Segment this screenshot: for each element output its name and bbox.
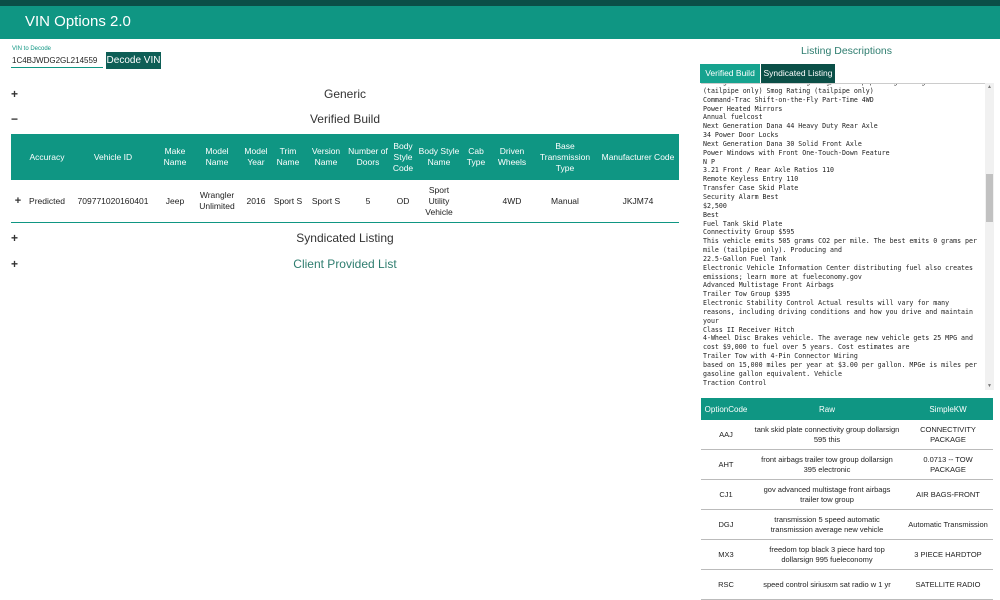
table-cell: 709771020160401: [69, 180, 157, 223]
table-row: RSC speed control siriusxm sat radio w 1…: [701, 569, 993, 600]
option-raw: gov advanced multistage front airbags tr…: [751, 479, 903, 510]
section-generic[interactable]: + Generic: [11, 87, 679, 103]
option-simplekw: AIR BAGS-FRONT: [903, 479, 993, 510]
table-row: DGJ transmission 5 speed automatic trans…: [701, 509, 993, 540]
column-header-spacer: [11, 134, 25, 180]
description-scrollbar[interactable]: ▲ ▼: [985, 83, 994, 390]
option-simplekw: 0.0713 -- TOW PACKAGE: [903, 449, 993, 480]
decode-vin-button[interactable]: Decode VIN: [106, 52, 161, 69]
table-cell: 5: [347, 180, 389, 223]
table-row: + Predicted 709771020160401 Jeep Wrangle…: [11, 180, 679, 223]
table-cell: Wrangler Unlimited: [193, 180, 241, 223]
section-verified-build[interactable]: − Verified Build: [11, 112, 679, 128]
option-code: AHT: [701, 449, 751, 480]
column-header: Model Year: [241, 134, 271, 180]
table-row: AHT front airbags trailer tow group doll…: [701, 449, 993, 480]
table-cell: Manual: [533, 180, 597, 223]
option-raw: transmission 5 speed automatic transmiss…: [751, 509, 903, 540]
option-codes-table: OptionCode Raw SimpleKW AAJ tank skid pl…: [701, 398, 993, 600]
option-simplekw: CONNECTIVITY PACKAGE: [903, 420, 993, 450]
section-title: Syndicated Listing: [296, 231, 394, 245]
section-syndicated-listing[interactable]: + Syndicated Listing: [11, 231, 679, 247]
table-cell: JKJM74: [597, 180, 679, 223]
vin-label: VIN to Decode: [12, 46, 52, 52]
tab-verified-build[interactable]: Verified Build: [700, 64, 760, 83]
description-textarea[interactable]: mileage than the EPA rating. 0 g/mi Tail…: [701, 83, 985, 391]
column-header: Trim Name: [271, 134, 305, 180]
section-title: Generic: [323, 87, 367, 101]
option-raw: freedom top black 3 piece hard top dolla…: [751, 539, 903, 570]
section-title: Verified Build: [309, 112, 381, 126]
column-header: Driven Wheels: [491, 134, 533, 180]
scroll-up-icon[interactable]: ▲: [986, 84, 993, 90]
option-raw: front airbags trailer tow group dollarsi…: [751, 449, 903, 480]
table-cell: 2016: [241, 180, 271, 223]
description-text: mileage than the EPA rating. 0 g/mi Tail…: [703, 84, 977, 387]
table-cell: Jeep: [157, 180, 193, 223]
expand-row-icon[interactable]: +: [11, 180, 25, 223]
table-cell: [461, 180, 491, 223]
table-cell: Sport Utility Vehicle: [417, 180, 461, 223]
app-header: VIN Options 2.0: [0, 6, 1000, 39]
option-simplekw: Automatic Transmission: [903, 509, 993, 540]
table-row: AAJ tank skid plate connectivity group d…: [701, 420, 993, 450]
table-cell: Sport S: [305, 180, 347, 223]
option-raw: speed control siriusxm sat radio w 1 yr: [751, 569, 903, 600]
section-client-provided-list[interactable]: + Client Provided List: [11, 257, 679, 273]
table-cell: Sport S: [271, 180, 305, 223]
table-row: CJ1 gov advanced multistage front airbag…: [701, 479, 993, 510]
option-code: RSC: [701, 569, 751, 600]
tab-syndicated-listing[interactable]: Syndicated Listing: [761, 64, 835, 83]
column-header: Base Transmission Type: [533, 134, 597, 180]
column-header: Accuracy: [25, 134, 69, 180]
table-header-row: Accuracy Vehicle ID Make Name Model Name…: [11, 134, 679, 180]
table-cell: OD: [389, 180, 417, 223]
section-title: Client Provided List: [293, 257, 397, 271]
column-header: Make Name: [157, 134, 193, 180]
table-row: MX3 freedom top black 3 piece hard top d…: [701, 539, 993, 570]
option-code: MX3: [701, 539, 751, 570]
column-header: Manufacturer Code: [597, 134, 679, 180]
vin-input[interactable]: [11, 53, 103, 68]
option-simplekw: SATELLITE RADIO: [903, 569, 993, 600]
table-cell: 4WD: [491, 180, 533, 223]
column-header: Body Style Name: [417, 134, 461, 180]
option-code: CJ1: [701, 479, 751, 510]
app-title: VIN Options 2.0: [25, 13, 131, 30]
option-code: DGJ: [701, 509, 751, 540]
scroll-down-icon[interactable]: ▼: [986, 383, 993, 389]
option-simplekw: 3 PIECE HARDTOP: [903, 539, 993, 570]
column-header: Vehicle ID: [69, 134, 157, 180]
option-raw: tank skid plate connectivity group dolla…: [751, 420, 903, 450]
option-code: AAJ: [701, 420, 751, 450]
column-header: Model Name: [193, 134, 241, 180]
table-header-row: OptionCode Raw SimpleKW: [701, 398, 993, 420]
scrollbar-thumb[interactable]: [986, 174, 993, 222]
column-header: Version Name: [305, 134, 347, 180]
table-cell: Predicted: [25, 180, 69, 223]
column-header: Cab Type: [461, 134, 491, 180]
column-header: Body Style Code: [389, 134, 417, 180]
column-header: Number of Doors: [347, 134, 389, 180]
column-header: SimpleKW: [903, 398, 993, 420]
listing-descriptions-title: Listing Descriptions: [800, 45, 893, 57]
verified-build-table: Accuracy Vehicle ID Make Name Model Name…: [11, 134, 679, 223]
column-header: OptionCode: [701, 398, 751, 420]
column-header: Raw: [751, 398, 903, 420]
